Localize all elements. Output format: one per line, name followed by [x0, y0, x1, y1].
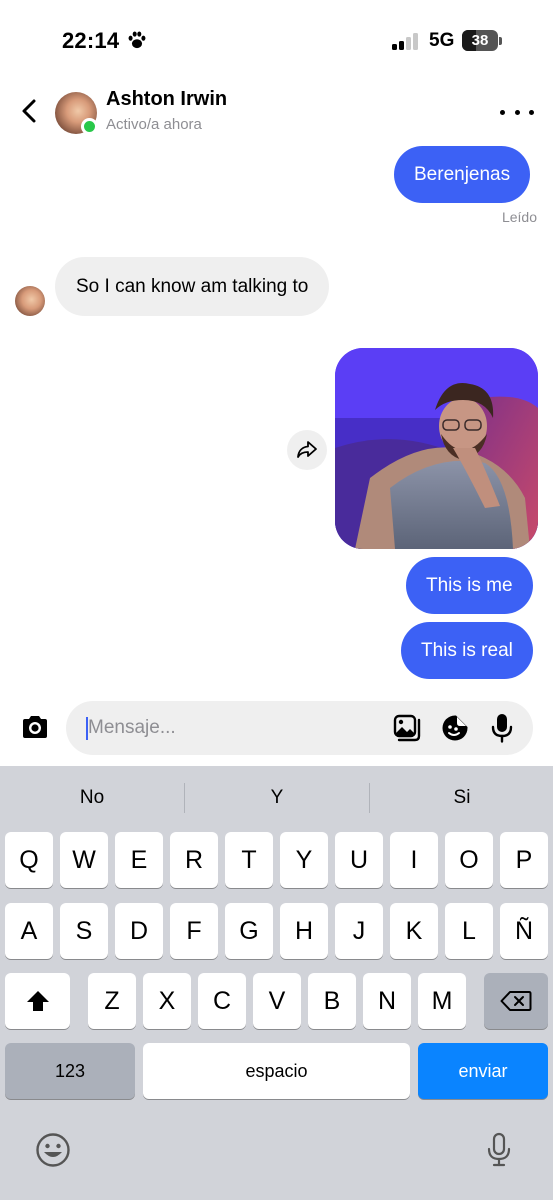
battery-level: 38: [471, 32, 489, 49]
key-j[interactable]: J: [335, 903, 383, 959]
network-type: 5G: [429, 30, 455, 51]
key-x[interactable]: X: [143, 973, 191, 1029]
status-bar: 22:14 5G 38: [0, 0, 553, 80]
more-horizontal-icon: [500, 109, 505, 115]
message-bubble-outgoing[interactable]: This is real: [401, 622, 533, 679]
photo-image: [335, 348, 538, 549]
share-arrow-icon: [297, 441, 317, 458]
key-s[interactable]: S: [60, 903, 108, 959]
key-a[interactable]: A: [5, 903, 53, 959]
key-m[interactable]: M: [418, 973, 466, 1029]
more-options-button[interactable]: [500, 100, 534, 124]
voice-message-button[interactable]: [487, 713, 517, 743]
backspace-key[interactable]: [484, 973, 548, 1029]
space-key[interactable]: espacio: [143, 1043, 410, 1099]
key-z[interactable]: Z: [88, 973, 136, 1029]
share-button[interactable]: [287, 430, 327, 470]
key-o[interactable]: O: [445, 832, 493, 888]
message-input[interactable]: [88, 701, 378, 755]
photo-message[interactable]: [335, 348, 538, 549]
suggestion-1[interactable]: No: [0, 778, 184, 818]
key-d[interactable]: D: [115, 903, 163, 959]
key-w[interactable]: W: [60, 832, 108, 888]
microphone-icon: [491, 714, 513, 743]
message-bubble-outgoing[interactable]: This is me: [406, 557, 533, 614]
shift-icon: [26, 991, 49, 1011]
key-l[interactable]: L: [445, 903, 493, 959]
read-receipt: Leído: [501, 209, 537, 225]
paw-icon: [128, 31, 146, 49]
message-composer: [66, 701, 533, 755]
key-v[interactable]: V: [253, 973, 301, 1029]
shift-key[interactable]: [5, 973, 70, 1029]
gallery-button[interactable]: [392, 713, 422, 743]
cellular-signal-icon: [392, 32, 422, 50]
key-f[interactable]: F: [170, 903, 218, 959]
key-k[interactable]: K: [390, 903, 438, 959]
key-h[interactable]: H: [280, 903, 328, 959]
key-i[interactable]: I: [390, 832, 438, 888]
status-time: 22:14: [62, 28, 120, 53]
key-n[interactable]: N: [363, 973, 411, 1029]
emoji-keyboard-button[interactable]: [33, 1130, 73, 1170]
sticker-button[interactable]: [440, 713, 470, 743]
chat-screen: 22:14 5G 38 Ashton Irwin Activo/a ahora …: [0, 0, 553, 1200]
sender-avatar[interactable]: [15, 286, 45, 316]
suggestion-3[interactable]: Si: [370, 778, 553, 818]
chat-header: Ashton Irwin Activo/a ahora: [0, 82, 553, 144]
dictation-mic-icon: [487, 1132, 511, 1167]
online-status-dot: [81, 118, 98, 135]
message-bubble-incoming[interactable]: So I can know am talking to: [55, 257, 330, 316]
battery-icon: 38: [462, 30, 498, 51]
message-bubble-outgoing[interactable]: Berenjenas: [394, 146, 531, 203]
key-g[interactable]: G: [225, 903, 273, 959]
key-enye[interactable]: Ñ: [500, 903, 548, 959]
key-c[interactable]: C: [198, 973, 246, 1029]
gallery-icon: [393, 714, 421, 742]
contact-avatar[interactable]: [55, 92, 98, 135]
key-t[interactable]: T: [225, 832, 273, 888]
dictation-button[interactable]: [479, 1130, 519, 1170]
key-b[interactable]: B: [308, 973, 356, 1029]
suggestion-2[interactable]: Y: [185, 778, 369, 818]
send-key[interactable]: enviar: [418, 1043, 548, 1099]
contact-status: Activo/a ahora: [106, 116, 202, 133]
camera-button[interactable]: [14, 706, 56, 748]
emoji-icon: [36, 1133, 70, 1167]
camera-icon: [23, 716, 47, 738]
key-u[interactable]: U: [335, 832, 383, 888]
key-p[interactable]: P: [500, 832, 548, 888]
battery-cap: [499, 37, 502, 45]
numbers-key[interactable]: 123: [5, 1043, 135, 1099]
sticker-icon: [442, 715, 468, 741]
contact-name[interactable]: Ashton Irwin: [106, 88, 227, 111]
key-e[interactable]: E: [115, 832, 163, 888]
key-q[interactable]: Q: [5, 832, 53, 888]
backspace-icon: [500, 991, 532, 1011]
key-y[interactable]: Y: [280, 832, 328, 888]
key-r[interactable]: R: [170, 832, 218, 888]
chevron-left-icon: [22, 99, 36, 123]
back-button[interactable]: [14, 94, 44, 128]
